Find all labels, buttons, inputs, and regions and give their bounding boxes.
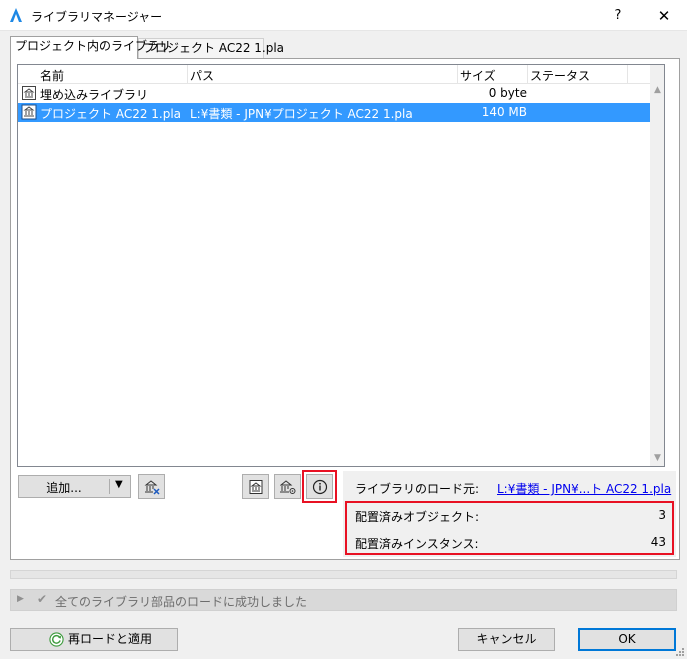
close-button[interactable]: ✕ — [652, 4, 676, 28]
row-size: 140 MB — [481, 105, 527, 119]
vertical-scrollbar[interactable]: ▲ ▼ — [650, 65, 664, 466]
linked-library-icon — [21, 104, 37, 120]
embedded-library-icon — [22, 86, 36, 100]
remove-library-button[interactable] — [138, 474, 165, 499]
column-header-size[interactable]: サイズ — [460, 67, 496, 84]
reload-icon — [49, 632, 64, 647]
embed-library-button[interactable] — [242, 474, 269, 499]
library-list[interactable]: 名前 パス サイズ ステータス 埋め込みライブラリ 0 byte プロジェクト … — [17, 64, 665, 467]
help-button[interactable]: ? — [604, 4, 632, 28]
list-row-project-pla[interactable]: プロジェクト AC22 1.pla L:¥書類 - JPN¥プロジェクト AC2… — [18, 103, 650, 122]
placed-objects-label: 配置済みオブジェクト: — [355, 510, 480, 524]
column-header-name[interactable]: 名前 — [40, 67, 64, 84]
status-bar[interactable]: ▶ ✔ 全てのライブラリ部品のロードに成功しました — [10, 589, 677, 611]
window-title: ライブラリマネージャー — [31, 10, 163, 24]
column-header-path[interactable]: パス — [190, 67, 214, 84]
load-progress-bar — [10, 570, 677, 579]
column-divider[interactable] — [527, 65, 528, 84]
cancel-button[interactable]: キャンセル — [458, 628, 555, 651]
ok-button[interactable]: OK — [578, 628, 676, 651]
info-button-highlight — [302, 470, 337, 503]
add-library-label: 追加... — [46, 481, 82, 495]
resize-grip-icon[interactable] — [675, 647, 685, 657]
column-divider[interactable] — [187, 65, 188, 84]
row-size: 0 byte — [488, 86, 527, 100]
library-settings-icon — [280, 480, 296, 494]
placed-instances-label: 配置済みインスタンス: — [355, 537, 479, 551]
row-name: プロジェクト AC22 1.pla — [40, 107, 182, 121]
list-header: 名前 パス サイズ ステータス — [18, 65, 650, 84]
archicad-app-icon — [10, 8, 22, 22]
scroll-up-arrow-icon[interactable]: ▲ — [652, 85, 663, 95]
expand-arrow-icon[interactable]: ▶ — [17, 594, 24, 604]
load-source-link[interactable]: L:¥書類 - JPN¥...ト AC22 1.pla — [497, 480, 671, 497]
embed-library-icon — [249, 480, 263, 494]
placed-instances-value: 43 — [650, 535, 666, 549]
row-path: L:¥書類 - JPN¥プロジェクト AC22 1.pla — [190, 107, 413, 121]
placed-objects-value: 3 — [658, 508, 666, 522]
title-bar: ライブラリマネージャー ? ✕ — [0, 0, 687, 31]
add-library-button[interactable]: 追加... ▼ — [18, 475, 131, 498]
triangle-down-icon[interactable]: ▼ — [115, 479, 123, 490]
split-divider — [109, 479, 110, 494]
column-divider[interactable] — [457, 65, 458, 84]
tab-project-libraries[interactable]: プロジェクト内のライブラリ — [10, 36, 171, 59]
load-source-label: ライブラリのロード元: — [355, 482, 480, 496]
reload-apply-button[interactable]: 再ロードと適用 — [10, 628, 178, 651]
scroll-down-arrow-icon[interactable]: ▼ — [652, 453, 663, 463]
library-settings-button[interactable] — [274, 474, 301, 499]
reload-apply-label: 再ロードと適用 — [68, 632, 153, 646]
row-name: 埋め込みライブラリ — [40, 88, 149, 102]
column-divider[interactable] — [627, 65, 628, 84]
status-message: 全てのライブラリ部品のロードに成功しました — [55, 595, 308, 609]
column-header-status[interactable]: ステータス — [530, 67, 590, 84]
library-remove-icon — [144, 480, 160, 495]
checkmark-icon: ✔ — [37, 592, 48, 606]
list-row-embedded-library[interactable]: 埋め込みライブラリ 0 byte — [18, 84, 650, 103]
